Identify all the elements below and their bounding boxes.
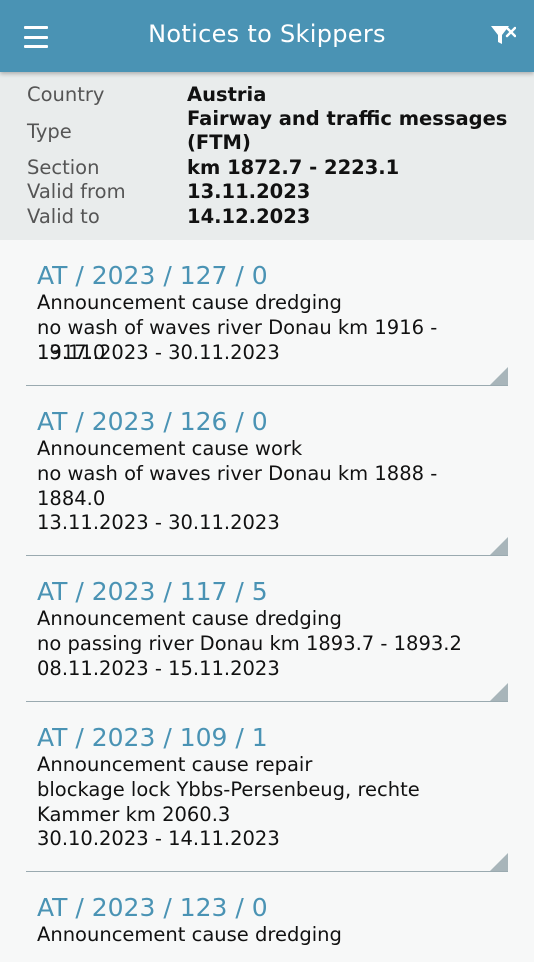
notice-cause: Announcement cause dredging [37, 291, 342, 314]
corner-indicator-icon [490, 853, 508, 871]
notice-card[interactable]: AT / 2023 / 123 / 0 Announcement cause d… [26, 872, 508, 962]
notice-id[interactable]: AT / 2023 / 109 / 1 [37, 723, 268, 752]
notice-card[interactable]: AT / 2023 / 126 / 0 Announcement cause w… [26, 386, 508, 556]
notice-cause: Announcement cause dredging [37, 923, 342, 946]
filter-icon[interactable] [490, 24, 518, 50]
filter-summary: Country Austria Type Fairway and traffic… [0, 72, 534, 240]
type-value: Fairway and traffic messages (FTM) [187, 107, 508, 154]
notice-card[interactable]: AT / 2023 / 109 / 1 Announcement cause r… [26, 702, 508, 872]
corner-indicator-icon [490, 683, 508, 701]
notice-period: 13.11.2023 - 30.11.2023 [37, 511, 280, 534]
corner-indicator-icon [490, 537, 508, 555]
notice-period: 13.11.2023 - 30.11.2023 [37, 341, 280, 364]
notice-id[interactable]: AT / 2023 / 117 / 5 [37, 577, 268, 606]
notice-period: 08.11.2023 - 15.11.2023 [37, 657, 280, 680]
notice-detail: blockage lock Ybbs-Persenbeug, rechte Ka… [37, 778, 420, 826]
section-value: km 1872.7 - 2223.1 [187, 156, 400, 179]
valid-to-value: 14.12.2023 [187, 205, 311, 228]
page-title: Notices to Skippers [148, 20, 386, 48]
app-bar: Notices to Skippers [0, 0, 534, 72]
notice-detail: no passing river Donau km 1893.7 - 1893.… [37, 632, 462, 655]
corner-indicator-icon [490, 367, 508, 385]
notice-detail: no wash of waves river Donau km 1888 - 1… [37, 462, 438, 510]
type-label: Type [27, 120, 72, 143]
notice-id[interactable]: AT / 2023 / 126 / 0 [37, 407, 268, 436]
notice-card[interactable]: AT / 2023 / 117 / 5 Announcement cause d… [26, 556, 508, 702]
country-value: Austria [187, 83, 267, 106]
valid-from-label: Valid from [27, 180, 126, 203]
notice-cause: Announcement cause work [37, 437, 303, 460]
notice-period: 30.10.2023 - 14.11.2023 [37, 827, 280, 850]
notice-cause: Announcement cause dredging [37, 607, 342, 630]
valid-to-label: Valid to [27, 205, 100, 228]
notice-id[interactable]: AT / 2023 / 127 / 0 [37, 261, 268, 290]
country-label: Country [27, 83, 105, 106]
notice-card[interactable]: AT / 2023 / 127 / 0 Announcement cause d… [26, 240, 508, 386]
notice-cause: Announcement cause repair [37, 753, 313, 776]
notice-id[interactable]: AT / 2023 / 123 / 0 [37, 893, 268, 922]
valid-from-value: 13.11.2023 [187, 180, 311, 203]
section-label: Section [27, 156, 100, 179]
